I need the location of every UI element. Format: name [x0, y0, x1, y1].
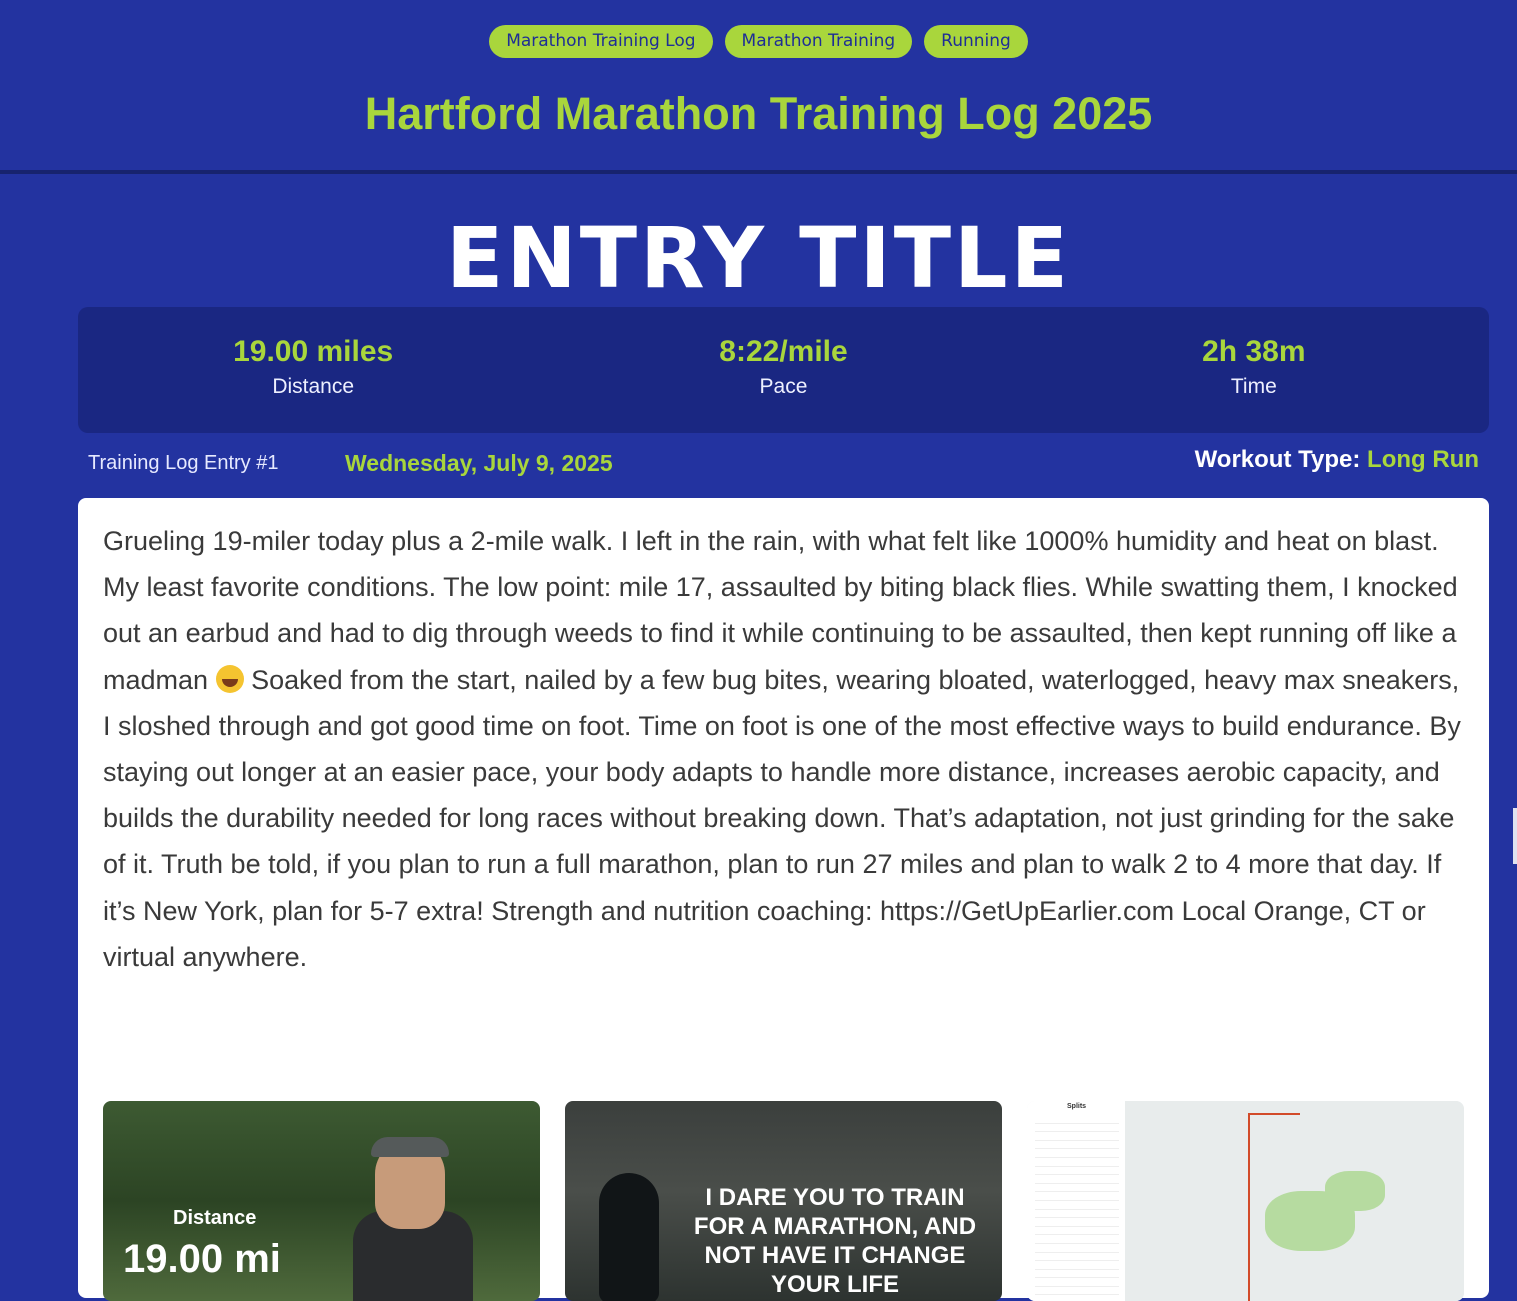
entry-number: Training Log Entry #1 [88, 452, 279, 474]
tag-marathon-training-log[interactable]: Marathon Training Log [489, 25, 713, 58]
entry-body-part2: Soaked from the start, nailed by a few b… [103, 664, 1461, 972]
stat-distance: 19.00 miles Distance [78, 307, 548, 433]
stat-pace: 8:22/mile Pace [548, 307, 1018, 433]
runner-bandana [371, 1137, 449, 1157]
route-line [1248, 1113, 1300, 1301]
entry-title: ENTRY TITLE [446, 209, 1071, 307]
entry-meta: Training Log Entry #1 Wednesday, July 9,… [78, 444, 1489, 488]
map-park [1325, 1171, 1385, 1211]
stat-pace-value: 8:22/mile [719, 335, 848, 368]
splits-rows [1035, 1115, 1119, 1301]
stat-time-value: 2h 38m [1202, 335, 1306, 368]
gallery-image-quote[interactable]: I DARE YOU TO TRAIN FOR A MARATHON, AND … [565, 1101, 1002, 1301]
splits-panel: Splits [1027, 1101, 1126, 1301]
route-map [1125, 1101, 1464, 1301]
workout-type-value: Long Run [1367, 446, 1479, 473]
site-title[interactable]: Hartford Marathon Training Log 2025 [0, 88, 1517, 140]
tag-list: Marathon Training Log Marathon Training … [0, 25, 1517, 58]
stat-distance-value: 19.00 miles [233, 335, 394, 368]
tag-marathon-training[interactable]: Marathon Training [724, 25, 913, 58]
stat-pace-label: Pace [759, 375, 808, 398]
stat-time: 2h 38m Time [1019, 307, 1489, 433]
gallery-image-map[interactable]: Splits [1027, 1101, 1464, 1301]
splits-title: Splits [1067, 1103, 1087, 1110]
tag-running[interactable]: Running [924, 25, 1028, 58]
gallery-distance-value: 19.00 mi [123, 1237, 281, 1281]
workout-type-label: Workout Type: [1194, 446, 1361, 473]
laughing-emoji-icon [215, 664, 244, 693]
workout-type: Workout Type: Long Run [1195, 446, 1479, 474]
gallery-image-runner[interactable]: Distance 19.00 mi [103, 1101, 540, 1301]
stats-panel: 19.00 miles Distance 8:22/mile Pace 2h 3… [78, 307, 1489, 433]
scrollbar[interactable] [1513, 808, 1517, 864]
hooded-runner-silhouette [599, 1173, 659, 1301]
stat-distance-label: Distance [272, 375, 355, 398]
entry-body: Grueling 19-miler today plus a 2-mile wa… [103, 518, 1473, 980]
entry-date: Wednesday, July 9, 2025 [345, 450, 613, 476]
gallery-quote-text: I DARE YOU TO TRAIN FOR A MARATHON, AND … [693, 1184, 977, 1298]
entry-card: Grueling 19-miler today plus a 2-mile wa… [78, 498, 1489, 1301]
site-header: Marathon Training Log Marathon Training … [0, 0, 1517, 174]
gallery-distance-label: Distance [173, 1207, 257, 1229]
stat-time-label: Time [1230, 375, 1277, 398]
